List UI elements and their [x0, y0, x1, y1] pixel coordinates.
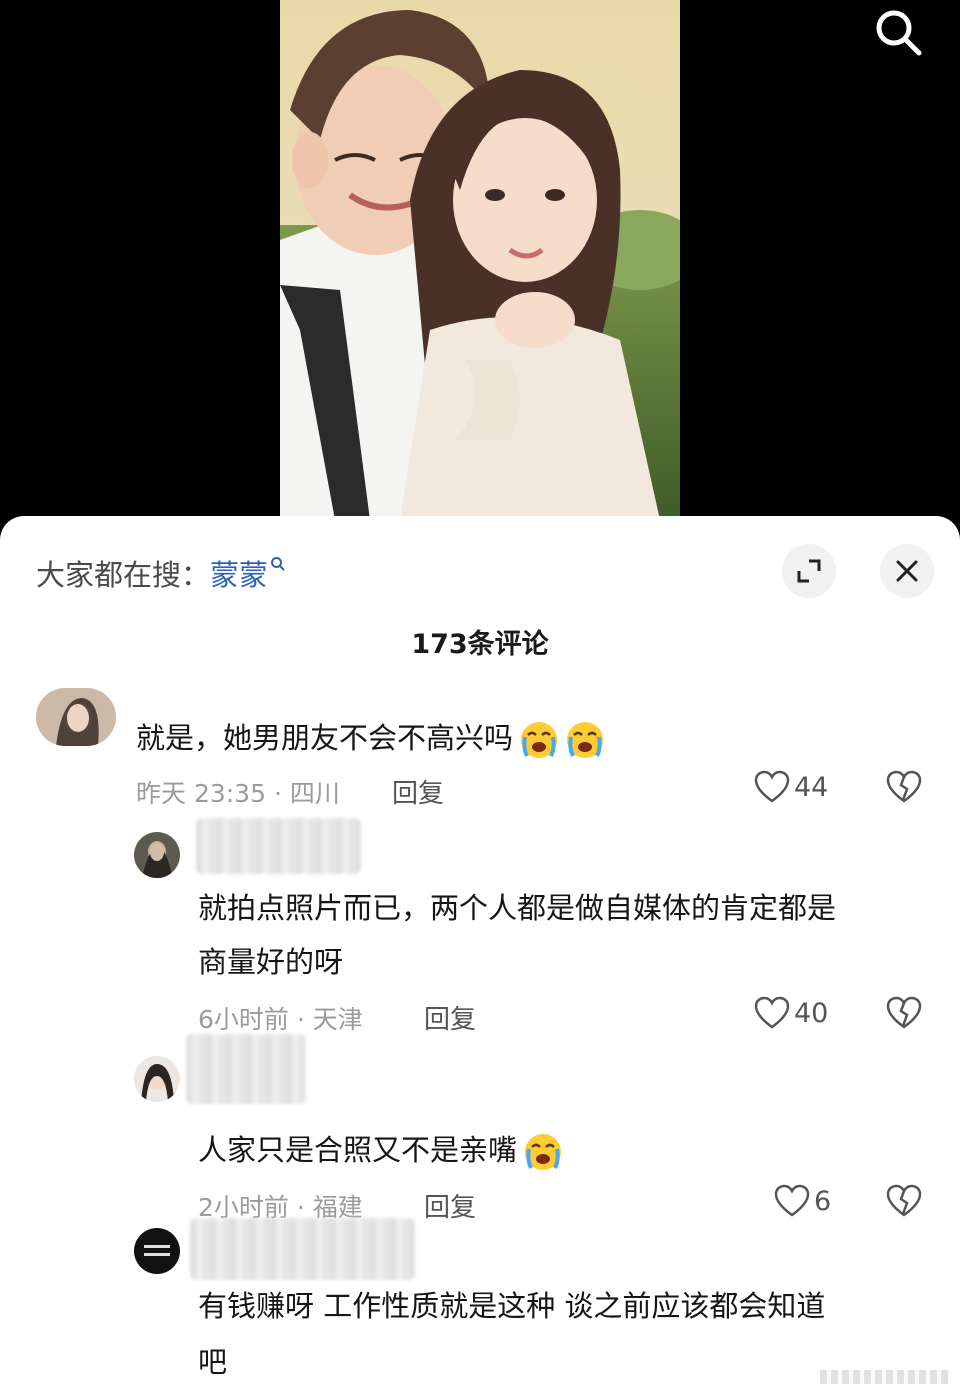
dislike-button[interactable] — [886, 996, 922, 1034]
avatar[interactable] — [134, 1228, 180, 1274]
hot-search-prefix: 大家都在搜： — [36, 558, 211, 592]
heart-icon — [774, 1184, 810, 1217]
photo-area — [0, 0, 960, 540]
reply-text-line1: 就拍点照片而已，两个人都是做自媒体的肯定都是 — [198, 891, 837, 925]
loudly-crying-face-emoji — [525, 1134, 562, 1170]
search-button[interactable] — [868, 2, 928, 62]
avatar[interactable] — [134, 832, 180, 878]
like-button[interactable]: 40 — [754, 996, 828, 1030]
reply-text-content: 人家只是合照又不是亲嘴 — [198, 1133, 518, 1167]
loudly-crying-face-emoji — [521, 722, 558, 758]
comment-item: 就是，她男朋友不会不高兴吗 昨天 23:35 · 四川 回复 44 — [0, 684, 960, 814]
avatar[interactable] — [134, 1056, 180, 1102]
reply-text-line2: 商量好的呀 — [198, 945, 344, 979]
expand-icon — [797, 559, 821, 583]
broken-heart-icon — [886, 1184, 922, 1217]
reply-item: 就拍点照片而已，两个人都是做自媒体的肯定都是 商量好的呀 6小时前 · 天津 回… — [0, 816, 960, 1046]
username-blurred — [196, 818, 361, 874]
like-count: 6 — [814, 1185, 832, 1217]
reply-item: 有钱赚呀 工作性质就是这种 谈之前应该都会知道 吧 — [0, 1218, 960, 1394]
close-icon — [896, 560, 918, 582]
close-button[interactable] — [880, 544, 934, 598]
comment-text: 就是，她男朋友不会不高兴吗 — [136, 710, 605, 766]
reply-button[interactable]: 回复 — [424, 999, 476, 1036]
reply-text: 人家只是合照又不是亲嘴 — [198, 1122, 563, 1178]
comment-sheet: 大家都在搜：蒙蒙 173条评论 就是，她男朋友不会不高兴吗 昨天 23:35 ·… — [0, 516, 960, 1394]
heart-icon — [754, 996, 790, 1029]
couple-photo[interactable] — [280, 0, 680, 520]
sheet-header: 大家都在搜：蒙蒙 — [0, 516, 960, 626]
like-count: 44 — [794, 771, 829, 803]
small-search-icon — [271, 557, 285, 571]
like-button[interactable]: 44 — [754, 770, 828, 804]
like-count: 40 — [794, 997, 829, 1029]
username-blurred — [186, 1034, 306, 1104]
expand-button[interactable] — [782, 544, 836, 598]
like-button[interactable]: 6 — [774, 1184, 831, 1218]
reply-meta: 6小时前 · 天津 — [198, 1005, 363, 1034]
loudly-crying-face-emoji — [567, 722, 604, 758]
search-icon — [876, 10, 922, 56]
reply-text-line2: 吧 — [198, 1345, 228, 1379]
reply-text-line1: 有钱赚呀 工作性质就是这种 谈之前应该都会知道 — [198, 1289, 826, 1323]
username-blurred — [190, 1218, 415, 1280]
reply-item: 人家只是合照又不是亲嘴 2小时前 · 福建 回复 6 — [0, 1034, 960, 1224]
avatar[interactable] — [36, 688, 116, 746]
heart-icon — [754, 770, 790, 803]
reply-button[interactable]: 回复 — [392, 773, 444, 810]
dislike-button[interactable] — [886, 770, 922, 808]
comment-count: 173条评论 — [411, 629, 549, 660]
comment-meta: 昨天 23:35 · 四川 — [136, 779, 340, 808]
dislike-button[interactable] — [886, 1184, 922, 1222]
watermark — [820, 1370, 950, 1384]
hot-search-link[interactable]: 大家都在搜：蒙蒙 — [36, 552, 286, 594]
broken-heart-icon — [886, 996, 922, 1029]
hot-search-keyword[interactable]: 蒙蒙 — [210, 558, 268, 592]
comment-text-content: 就是，她男朋友不会不高兴吗 — [136, 721, 514, 755]
broken-heart-icon — [886, 770, 922, 803]
